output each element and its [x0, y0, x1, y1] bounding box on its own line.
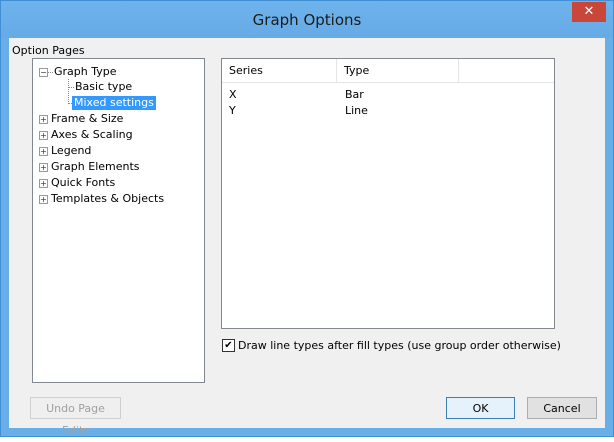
tree-connector [68, 79, 69, 104]
expand-icon[interactable]: + [39, 115, 48, 124]
series-type-list[interactable]: Series Type X Bar Y Line [221, 58, 555, 329]
tree-connector [68, 87, 74, 88]
draw-line-types-checkbox[interactable]: ✔ [222, 339, 235, 352]
draw-line-types-label[interactable]: Draw line types after fill types (use gr… [238, 339, 561, 352]
tree-item-basic-type[interactable]: Basic type [75, 80, 132, 94]
option-pages-tree[interactable]: − Graph Type Basic type Mixed settings +… [32, 58, 205, 383]
tree-item-axes-scaling[interactable]: Axes & Scaling [51, 128, 133, 142]
option-pages-label: Option Pages [12, 44, 85, 57]
title-bar[interactable]: Graph Options ✕ [1, 1, 613, 38]
tree-item-legend[interactable]: Legend [51, 144, 91, 158]
ok-button[interactable]: OK [446, 397, 515, 419]
expand-icon[interactable]: + [39, 179, 48, 188]
tree-item-mixed-settings[interactable]: Mixed settings [72, 96, 156, 110]
column-header-series[interactable]: Series [222, 59, 337, 83]
column-header-empty [459, 59, 554, 83]
tree-item-quick-fonts[interactable]: Quick Fonts [51, 176, 115, 190]
expand-icon[interactable]: + [39, 147, 48, 156]
table-cell-type[interactable]: Line [345, 104, 368, 117]
tree-item-frame-size[interactable]: Frame & Size [51, 112, 123, 126]
expand-icon[interactable]: + [39, 131, 48, 140]
table-cell-series[interactable]: Y [229, 104, 236, 117]
tree-item-graph-type[interactable]: Graph Type [54, 65, 117, 79]
tree-item-templates-objects[interactable]: Templates & Objects [51, 192, 164, 206]
table-cell-series[interactable]: X [229, 88, 237, 101]
tree-item-graph-elements[interactable]: Graph Elements [51, 160, 140, 174]
table-cell-type[interactable]: Bar [345, 88, 364, 101]
cancel-button[interactable]: Cancel [527, 397, 597, 419]
expand-icon[interactable]: + [39, 195, 48, 204]
collapse-icon[interactable]: − [39, 68, 48, 77]
column-header-type[interactable]: Type [337, 59, 459, 83]
tree-connector [48, 72, 53, 73]
undo-page-edits-button[interactable]: Undo Page Edits [30, 397, 121, 437]
dialog-title: Graph Options [252, 11, 362, 29]
expand-icon[interactable]: + [39, 163, 48, 172]
close-button[interactable]: ✕ [572, 2, 606, 22]
